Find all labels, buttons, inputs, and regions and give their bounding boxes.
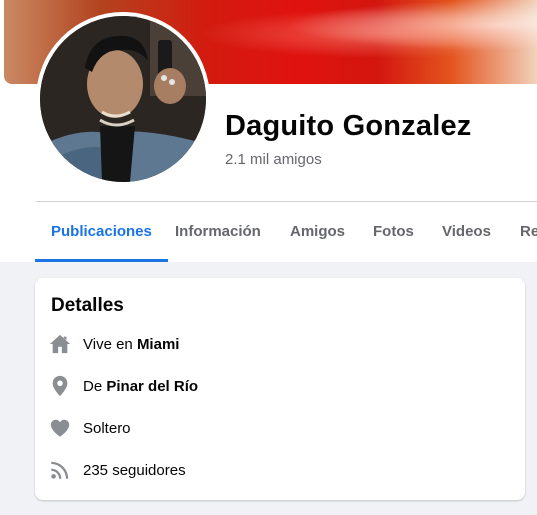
tab-videos[interactable]: Videos	[442, 202, 491, 262]
details-card: Detalles Vive en Miami De Pinar del Río …	[35, 278, 525, 500]
detail-row-followers: 235 seguidores	[49, 458, 186, 482]
home-icon	[49, 333, 71, 355]
friends-count[interactable]: 2.1 mil amigos	[225, 151, 322, 168]
detail-value-link[interactable]: Miami	[137, 336, 180, 353]
detail-value-link[interactable]: Pinar del Río	[106, 378, 198, 395]
rss-feed-icon	[49, 459, 71, 481]
tab-publicaciones[interactable]: Publicaciones	[35, 202, 168, 262]
followers-count[interactable]: 235 seguidores	[83, 462, 186, 479]
detail-row-lives-in: Vive en Miami	[49, 332, 179, 356]
profile-picture[interactable]	[36, 12, 210, 186]
tab-fotos[interactable]: Fotos	[373, 202, 414, 262]
profile-name: Daguito Gonzalez	[225, 110, 472, 142]
profile-tabs: Publicaciones Información Amigos Fotos V…	[35, 202, 537, 262]
avatar	[40, 16, 206, 182]
tab-amigos[interactable]: Amigos	[290, 202, 345, 262]
detail-row-relationship: Soltero	[49, 416, 131, 440]
detail-row-from: De Pinar del Río	[49, 374, 198, 398]
detail-value: Soltero	[83, 419, 131, 437]
detail-prefix: Vive en	[83, 335, 133, 353]
tab-more-truncated[interactable]: Re	[520, 202, 537, 262]
tab-informacion[interactable]: Información	[175, 202, 261, 262]
detail-prefix: De	[83, 377, 103, 395]
location-pin-icon	[49, 375, 71, 397]
avatar-portrait-icon	[40, 16, 206, 182]
details-title: Detalles	[51, 295, 124, 316]
heart-icon	[49, 417, 71, 439]
